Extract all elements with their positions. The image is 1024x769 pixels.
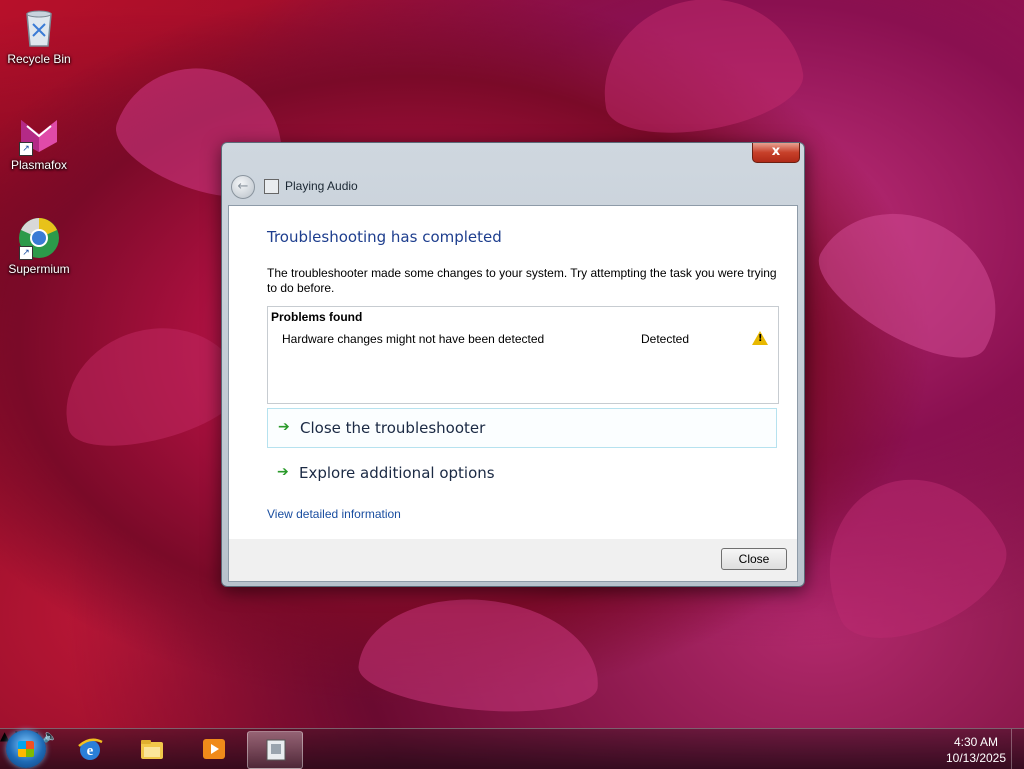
shortcut-arrow-icon: ↗ (19, 246, 33, 260)
problems-found-panel: Problems found Hardware changes might no… (267, 306, 779, 404)
troubleshooter-window: x ← Playing Audio Troubleshooting has co… (221, 142, 805, 587)
desktop-icon-supermium[interactable]: ↗ Supermium (4, 216, 74, 276)
desktop-icon-recycle-bin[interactable]: Recycle Bin (4, 6, 74, 66)
troubleshooter-title-icon (264, 179, 279, 194)
problems-header: Problems found (271, 310, 363, 324)
clock-date: 10/13/2025 (945, 751, 1007, 765)
recycle-bin-icon (17, 6, 61, 50)
svg-text:e: e (87, 743, 94, 759)
troubleshooter-icon (263, 737, 289, 763)
green-arrow-icon: ➔ (278, 419, 290, 435)
description-text: The troubleshooter made some changes to … (267, 266, 777, 295)
desktop-icon-label: Supermium (8, 262, 70, 276)
taskbar-item-internet-explorer[interactable]: e (62, 731, 116, 767)
file-explorer-icon (139, 736, 165, 762)
volume-muted-icon[interactable]: 🔈 (43, 729, 58, 743)
back-arrow-icon[interactable]: ← (231, 175, 255, 199)
problem-status: Detected (641, 332, 690, 346)
shortcut-arrow-icon: ↗ (19, 142, 33, 156)
wallpaper-petal (802, 180, 1024, 380)
view-detailed-information-link[interactable]: View detailed information (267, 507, 401, 521)
taskbar-item-file-explorer[interactable] (124, 731, 178, 767)
desktop-icon-plasmafox[interactable]: ↗ Plasmafox (4, 112, 74, 172)
wallpaper-petal (355, 589, 605, 721)
desktop-icon-label: Recycle Bin (7, 52, 71, 66)
media-player-icon (201, 736, 227, 762)
taskbar: e ▲ ⚑ ▣ 🔈 (0, 728, 1024, 769)
warning-icon: ! (752, 331, 768, 345)
wallpaper-petal (590, 0, 810, 147)
problem-name: Hardware changes might not have been det… (282, 332, 545, 346)
page-title: Troubleshooting has completed (267, 228, 502, 246)
green-arrow-icon: ➔ (277, 464, 289, 480)
desktop-icon-label: Plasmafox (10, 158, 68, 172)
taskbar-item-troubleshooter[interactable] (247, 731, 303, 769)
wallpaper-petal (796, 448, 1024, 662)
show-desktop-button[interactable] (1011, 729, 1024, 769)
window-close-button[interactable]: x (752, 143, 800, 163)
window-content: Troubleshooting has completed The troubl… (228, 205, 798, 540)
system-clock[interactable]: 4:30 AM 10/13/2025 (940, 734, 1012, 766)
window-footer: Close (228, 539, 798, 582)
option-label: Explore additional options (299, 464, 495, 482)
clock-time: 4:30 AM (953, 735, 999, 749)
windows-logo-icon (18, 741, 34, 757)
plasmafox-icon: ↗ (17, 112, 61, 156)
explore-options-option[interactable]: ➔ Explore additional options (267, 454, 775, 492)
close-button[interactable]: Close (721, 548, 787, 570)
option-label: Close the troubleshooter (300, 419, 486, 437)
supermium-icon: ↗ (17, 216, 61, 260)
taskbar-item-media-player[interactable] (186, 731, 240, 767)
window-title: Playing Audio (285, 179, 358, 193)
internet-explorer-icon: e (77, 736, 103, 762)
close-troubleshooter-option[interactable]: ➔ Close the troubleshooter (267, 408, 777, 448)
start-button[interactable] (6, 730, 46, 768)
